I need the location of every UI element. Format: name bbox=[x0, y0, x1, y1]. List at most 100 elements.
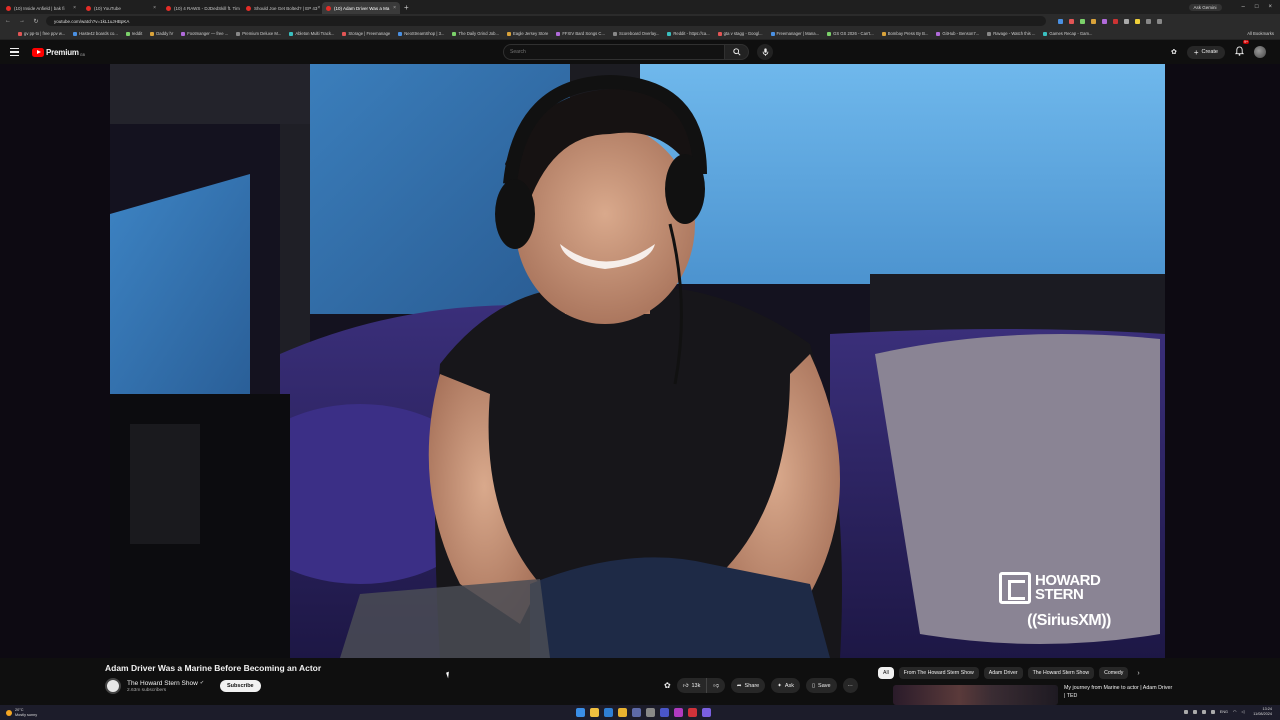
new-tab-button[interactable]: + bbox=[404, 2, 409, 14]
extension-icon[interactable] bbox=[1080, 18, 1085, 24]
tray-icon[interactable] bbox=[1201, 709, 1206, 714]
bookmark-item[interactable]: GS GS 2026 - Can't... bbox=[827, 31, 874, 36]
chrome-icon[interactable] bbox=[618, 708, 627, 717]
ask-button[interactable]: ✦ Ask bbox=[771, 678, 800, 693]
bookmark-item[interactable]: Ravage - Watch this ... bbox=[987, 31, 1035, 36]
menu-hamburger-icon[interactable] bbox=[10, 48, 24, 56]
dislike-button[interactable]: 👎︎ bbox=[707, 678, 725, 693]
channel-avatar[interactable] bbox=[105, 678, 121, 694]
browser-tab-active[interactable]: (10) Adam Driver Was a Ma × bbox=[322, 2, 400, 14]
profile-icon[interactable] bbox=[1146, 18, 1151, 24]
bookmark-item[interactable]: NeoStreamShop | 3... bbox=[398, 31, 444, 36]
extension-icon[interactable] bbox=[1091, 18, 1096, 24]
save-button[interactable]: ▯ Save bbox=[806, 678, 837, 693]
bookmark-item[interactable]: Ableton Multi Track... bbox=[289, 31, 334, 36]
channel-name-link[interactable]: The Howard Stern Show ✔ bbox=[127, 680, 204, 687]
extension-icon[interactable] bbox=[1069, 18, 1074, 24]
close-tab-icon[interactable]: × bbox=[153, 5, 156, 11]
notifications-button[interactable]: 9+ bbox=[1234, 40, 1249, 61]
create-button[interactable]: + Create bbox=[1186, 45, 1225, 59]
more-actions-button[interactable]: ··· bbox=[842, 678, 858, 693]
bookmark-item[interactable]: Daddy lV bbox=[150, 31, 173, 36]
chip-from-channel[interactable]: From The Howard Stern Show bbox=[898, 667, 979, 679]
sparkle-icon[interactable]: ✿ bbox=[664, 681, 671, 690]
account-avatar[interactable] bbox=[1254, 46, 1266, 58]
maximize-icon[interactable]: □ bbox=[1255, 4, 1259, 10]
share-button[interactable]: ➦ Share bbox=[730, 678, 766, 693]
like-button[interactable]: 👍︎ 13k bbox=[676, 678, 708, 693]
file-explorer-icon[interactable] bbox=[590, 708, 599, 717]
app-icon[interactable] bbox=[604, 708, 613, 717]
chip-channel[interactable]: The Howard Stern Show bbox=[1027, 667, 1095, 679]
voice-search-button[interactable] bbox=[757, 44, 773, 60]
chip-adam-driver[interactable]: Adam Driver bbox=[983, 667, 1023, 679]
close-tab-icon[interactable]: × bbox=[393, 5, 396, 11]
bookmark-item[interactable]: Footmanger — free ... bbox=[181, 31, 228, 36]
app-icon[interactable] bbox=[674, 708, 683, 717]
chip-all[interactable]: All bbox=[878, 667, 894, 679]
recommended-thumbnail[interactable] bbox=[893, 685, 1058, 705]
close-window-icon[interactable]: × bbox=[1268, 4, 1272, 10]
chip-comedy[interactable]: Comedy bbox=[1099, 667, 1129, 679]
browser-tab[interactable]: (10) 4 RAWS - DJDedSkill ft. Tim× bbox=[162, 2, 240, 14]
youtube-favicon-icon bbox=[326, 5, 331, 11]
bookmark-item[interactable]: Eagle Jersey Store bbox=[506, 31, 548, 36]
extension-icon[interactable] bbox=[1124, 18, 1129, 24]
browser-tab[interactable]: (10) Inside Anfield | bak fi × bbox=[2, 2, 80, 14]
forward-icon[interactable]: → bbox=[18, 18, 26, 24]
bookmark-item[interactable]: GitHub - Benson7... bbox=[936, 31, 979, 36]
settings-icon[interactable] bbox=[646, 708, 655, 717]
tray-icon[interactable] bbox=[1192, 709, 1197, 714]
bookmark-item[interactable]: reddit bbox=[125, 31, 143, 36]
video-player[interactable]: HOWARD STERN ((SiriusXM)) bbox=[110, 64, 1165, 658]
bookmark-item[interactable]: gta v stagg - Googl... bbox=[717, 31, 763, 36]
bookmark-item[interactable]: The Daily Grind Job... bbox=[452, 31, 499, 36]
chevron-right-icon[interactable]: › bbox=[1137, 670, 1139, 677]
bookmark-item[interactable]: Games Recap - Gam... bbox=[1043, 31, 1092, 36]
browser-tab[interactable]: Should Joe Get Bolted? | EP 43 × bbox=[242, 2, 320, 14]
clock[interactable]: 13:24 11/08/2024 bbox=[1253, 707, 1272, 717]
browser-tab[interactable]: (10) YouTube × bbox=[82, 2, 160, 14]
search-button[interactable] bbox=[725, 44, 749, 60]
bookmark-item[interactable]: Haste42 boards co... bbox=[73, 31, 118, 36]
tray-icon[interactable] bbox=[1183, 709, 1188, 714]
bookmark-item[interactable]: Storage | Freemanage bbox=[342, 31, 390, 36]
weather-widget[interactable]: 20°C Mostly sunny bbox=[6, 708, 37, 717]
windows-start-icon[interactable] bbox=[576, 708, 585, 717]
url-input[interactable]: youtube.com/watch?v=1kL1uJHBpKA bbox=[46, 16, 1046, 26]
close-tab-icon[interactable]: × bbox=[317, 5, 320, 11]
subscribe-button[interactable]: Subscribe bbox=[220, 680, 261, 692]
wifi-icon[interactable]: ◠ bbox=[1233, 709, 1236, 714]
extension-icon[interactable] bbox=[1058, 18, 1063, 24]
bookmark-item[interactable]: FFXIV Bard Songs C... bbox=[556, 31, 605, 36]
extension-icon[interactable] bbox=[1113, 18, 1118, 24]
recommended-title[interactable]: My journey from Marine to actor | Adam D… bbox=[1064, 685, 1174, 705]
bookmark-label: reddit bbox=[131, 31, 143, 36]
bookmark-item[interactable]: Scoreboard Overlay... bbox=[612, 31, 659, 36]
bookmark-item[interactable]: Freemanager | Mana... bbox=[770, 31, 819, 36]
extension-icon[interactable] bbox=[1102, 18, 1107, 24]
volume-icon[interactable]: ◁ bbox=[1241, 709, 1244, 714]
extension-icon[interactable] bbox=[1135, 18, 1140, 24]
bookmark-item[interactable]: gv pp-to | free ppv w... bbox=[18, 31, 65, 36]
minimize-icon[interactable]: – bbox=[1242, 4, 1245, 10]
ask-gemini-button[interactable]: Ask Gemini bbox=[1188, 3, 1222, 11]
recommended-video[interactable]: My journey from Marine to actor | Adam D… bbox=[893, 685, 1174, 705]
bookmark-item[interactable]: Reddit - https://ca... bbox=[667, 31, 710, 36]
tray-icon[interactable] bbox=[1210, 709, 1215, 714]
bookmark-item[interactable]: Bombay Press By B... bbox=[881, 31, 928, 36]
app-icon[interactable] bbox=[702, 708, 711, 717]
all-bookmarks-button[interactable]: All Bookmarks bbox=[1247, 31, 1280, 36]
app-icon[interactable] bbox=[632, 708, 641, 717]
search-input[interactable] bbox=[503, 44, 725, 60]
back-icon[interactable]: ← bbox=[4, 18, 12, 24]
bookmark-item[interactable]: Premium Deluxe M... bbox=[236, 31, 281, 36]
reload-icon[interactable]: ↻ bbox=[32, 18, 40, 25]
app-icon[interactable] bbox=[688, 708, 697, 717]
language-indicator[interactable]: ENG bbox=[1220, 710, 1228, 714]
app-icon[interactable] bbox=[660, 708, 669, 717]
menu-dots-icon[interactable] bbox=[1157, 18, 1162, 24]
cast-icon[interactable]: ✿ bbox=[1171, 48, 1177, 56]
youtube-premium-logo[interactable]: Premium GB bbox=[32, 47, 85, 57]
close-tab-icon[interactable]: × bbox=[73, 5, 76, 11]
